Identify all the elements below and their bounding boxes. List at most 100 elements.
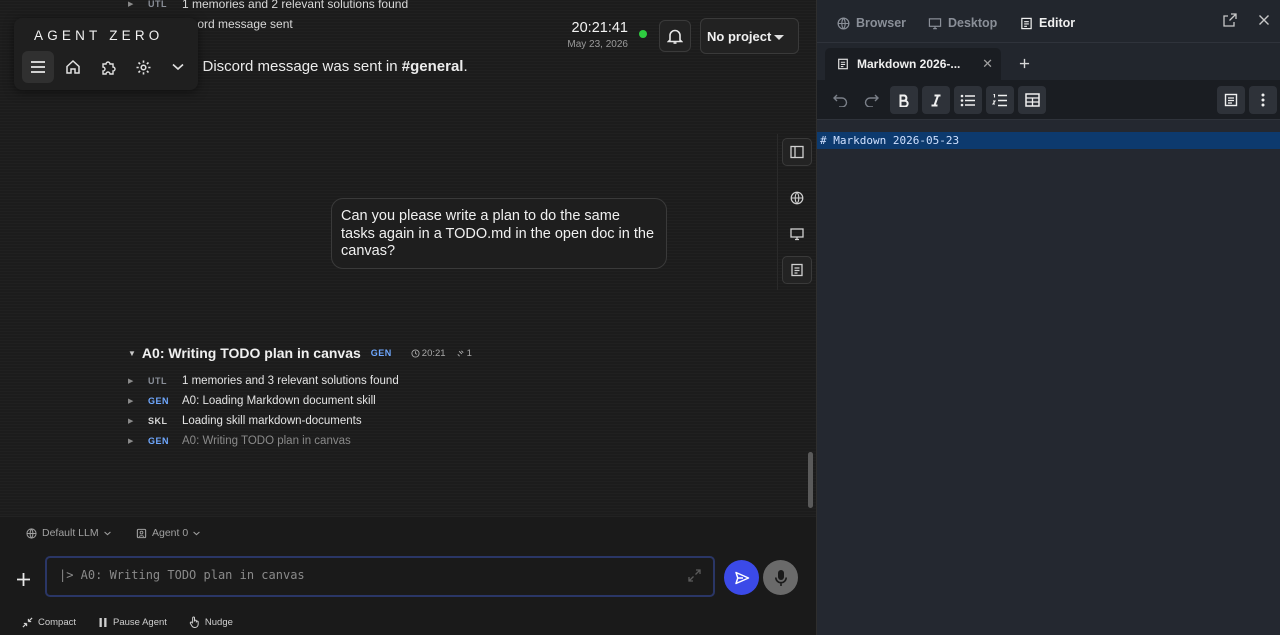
document-tabs: Markdown 2026-... ✕ <box>817 43 1280 80</box>
list-item[interactable]: ▶ GEN A0: Loading Markdown document skil… <box>128 391 399 411</box>
expand-arrow-icon: ▶ <box>128 438 134 445</box>
redo-button[interactable] <box>857 86 885 114</box>
llm-label: Default LLM <box>42 527 99 539</box>
more-button[interactable] <box>162 51 194 83</box>
globe-icon <box>790 191 804 205</box>
agent-step-time: 20:21 <box>421 347 446 359</box>
tag-label: UTL <box>148 0 167 9</box>
toggle-canvas-button[interactable] <box>782 138 812 166</box>
undo-icon <box>832 94 847 107</box>
step-text: A0: Writing TODO plan in canvas <box>182 435 351 447</box>
table-button[interactable] <box>1018 86 1046 114</box>
numbered-list-icon <box>992 93 1007 106</box>
llm-selector[interactable]: Default LLM <box>26 527 111 539</box>
markdown-editor[interactable]: # Markdown 2026-05-23 <box>817 121 1280 635</box>
send-button[interactable] <box>724 560 759 595</box>
canvas-tabs: Browser Desktop Editor <box>817 0 1280 43</box>
table-icon <box>1024 93 1040 107</box>
clock-time: 20:21:41 <box>571 20 628 36</box>
home-button[interactable] <box>57 51 89 83</box>
bullet-list-icon <box>960 94 975 106</box>
agent-selector[interactable]: Agent 0 <box>136 527 200 539</box>
nudge-button[interactable]: Nudge <box>189 616 233 628</box>
tab-editor[interactable]: Editor <box>1020 16 1075 30</box>
step-text: 1 memories and 3 relevant solutions foun… <box>182 375 399 387</box>
expand-arrow-icon: ▶ <box>128 398 134 405</box>
chevron-down-icon <box>193 531 200 535</box>
agent-step-count: 1 <box>466 347 472 359</box>
chevron-down-icon <box>172 63 184 71</box>
plus-icon <box>1019 58 1030 69</box>
close-tab-icon[interactable]: ✕ <box>982 56 993 72</box>
pause-agent-button[interactable]: Pause Agent <box>98 616 167 628</box>
microphone-button[interactable] <box>763 560 798 595</box>
canvas-toolbar <box>777 134 813 290</box>
editor-line[interactable]: # Markdown 2026-05-23 <box>817 132 1280 149</box>
plugins-button[interactable] <box>92 51 124 83</box>
chat-scrollbar[interactable] <box>808 452 813 508</box>
tag-label: UTL <box>148 376 167 386</box>
attach-button[interactable] <box>16 567 31 593</box>
project-selector[interactable]: No project <box>700 18 799 54</box>
clock-date: May 23, 2026 <box>567 39 628 50</box>
monitor-icon <box>928 17 942 29</box>
document-icon <box>838 58 848 70</box>
document-icon <box>1021 17 1032 29</box>
document-tab-title: Markdown 2026-... <box>857 57 961 71</box>
bullet-list-button[interactable] <box>954 86 982 114</box>
globe-icon <box>26 527 37 539</box>
bold-icon <box>899 94 909 107</box>
bell-icon <box>667 29 683 44</box>
chat-input[interactable]: |> A0: Writing TODO plan in canvas <box>45 556 715 597</box>
log-text: 1 memories and 2 relevant solutions foun… <box>182 0 409 11</box>
bold-button[interactable] <box>890 86 918 114</box>
settings-button[interactable] <box>127 51 159 83</box>
compact-button[interactable]: Compact <box>22 616 76 628</box>
italic-button[interactable] <box>922 86 950 114</box>
document-tab[interactable]: Markdown 2026-... ✕ <box>825 48 1001 80</box>
app-logo: AGENT ZERO <box>34 28 164 43</box>
pause-icon <box>99 617 107 627</box>
numbered-list-button[interactable] <box>986 86 1014 114</box>
document-icon <box>791 263 803 277</box>
undo-button[interactable] <box>826 86 854 114</box>
canvas-panel: Browser Desktop Editor Markdown 2026-...… <box>816 0 1280 635</box>
agent-icon <box>136 528 147 538</box>
tag-label: GEN <box>148 396 170 406</box>
new-tab-button[interactable] <box>1019 54 1030 74</box>
menu-button[interactable] <box>22 51 54 83</box>
tab-browser[interactable]: Browser <box>837 16 906 30</box>
notifications-button[interactable] <box>659 20 691 52</box>
step-text: Loading skill markdown-documents <box>182 415 362 427</box>
clock-icon <box>411 348 420 358</box>
puzzle-icon <box>101 60 116 75</box>
globe-icon <box>837 17 850 29</box>
redo-icon <box>864 94 879 107</box>
canvas-browser-button[interactable] <box>782 184 812 212</box>
close-canvas-button[interactable] <box>1258 13 1270 31</box>
expand-arrow-icon: ▶ <box>128 378 134 385</box>
step-text: A0: Loading Markdown document skill <box>182 395 376 407</box>
clock: 20:21:41 May 23, 2026 <box>560 20 628 50</box>
more-vertical-icon <box>1261 93 1265 107</box>
list-item[interactable]: ▶ SKL Loading skill markdown-documents <box>128 411 399 431</box>
canvas-desktop-button[interactable] <box>782 220 812 248</box>
popout-button[interactable] <box>1223 13 1237 32</box>
agent-step-header[interactable]: ▼ A0: Writing TODO plan in canvas GEN 20… <box>128 345 472 361</box>
chat-input-value: |> A0: Writing TODO plan in canvas <box>59 568 305 582</box>
expand-arrow-icon: ▶ <box>128 418 134 425</box>
more-options-button[interactable] <box>1249 86 1277 114</box>
tab-desktop[interactable]: Desktop <box>928 16 997 30</box>
canvas-editor-button[interactable] <box>782 256 812 284</box>
monitor-icon <box>790 228 804 241</box>
hand-icon <box>189 616 199 628</box>
expand-icon <box>688 569 701 582</box>
document-mode-button[interactable] <box>1217 86 1245 114</box>
microphone-icon <box>774 569 787 586</box>
italic-icon <box>931 94 941 106</box>
caret-down-icon <box>774 35 784 40</box>
project-label: No project <box>707 28 772 44</box>
list-item[interactable]: ▶ UTL 1 memories and 3 relevant solution… <box>128 371 399 391</box>
list-item[interactable]: ▶ UTL 1 memories and 2 relevant solution… <box>128 0 408 14</box>
list-item[interactable]: ▶ GEN A0: Writing TODO plan in canvas <box>128 431 399 451</box>
